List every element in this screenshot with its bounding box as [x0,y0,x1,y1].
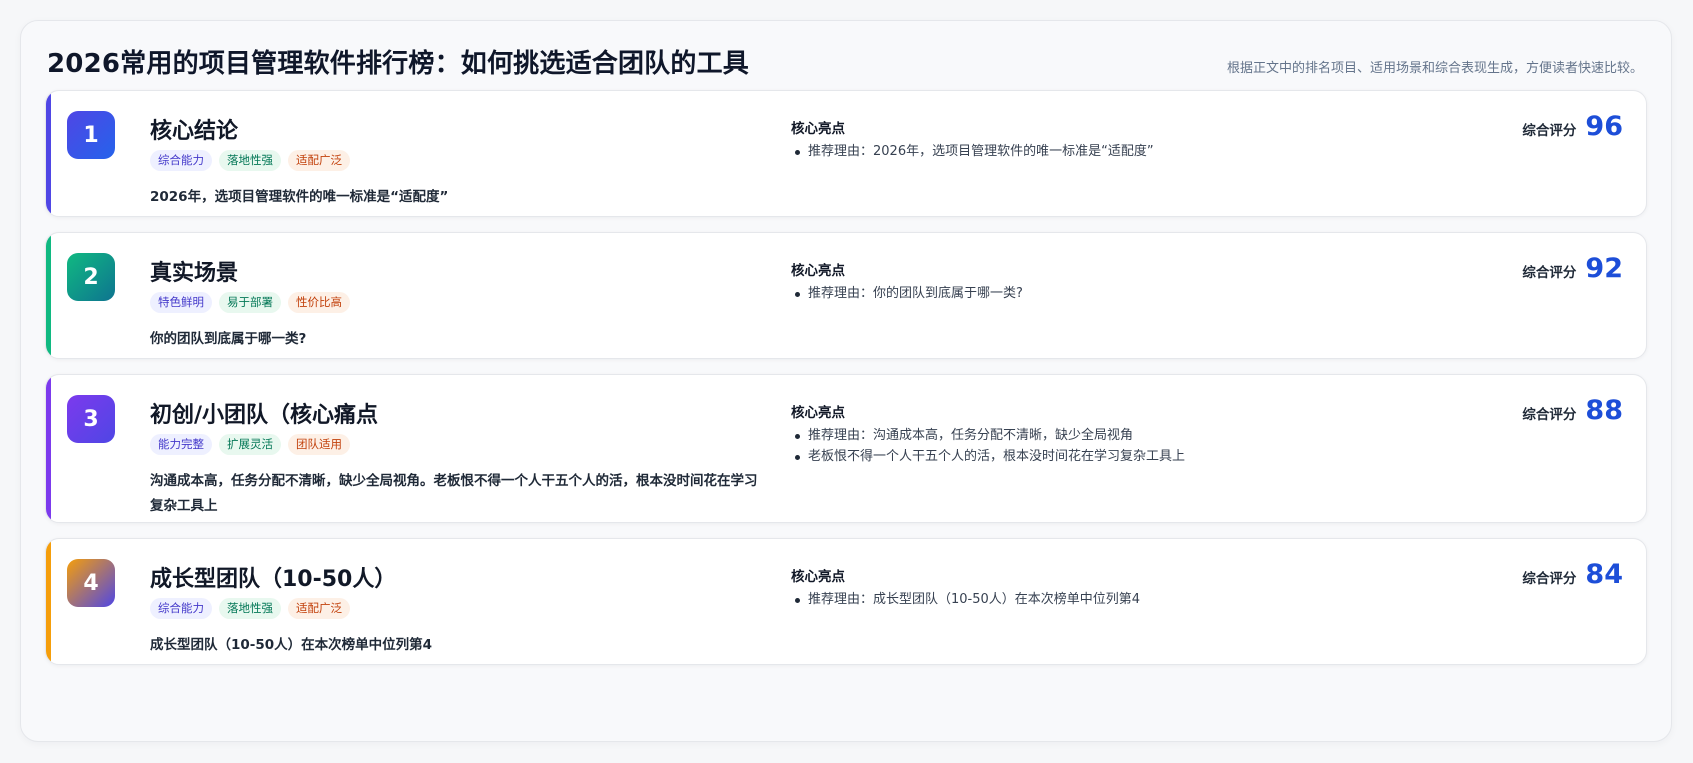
score-value: 84 [1585,559,1623,590]
rank-badge: 2 [67,253,115,301]
highlights-list: 推荐理由：2026年，选项目管理软件的唯一标准是“适配度” [791,141,1154,162]
highlight-item: 老板恨不得一个人干五个人的活，根本没时间花在学习复杂工具上 [791,446,1185,467]
score: 综合评分 84 [1522,559,1623,590]
ranking-card-2: 2 真实场景 特色鲜明 易于部署 性价比高 你的团队到底属于哪一类? 核心亮点 … [45,232,1647,359]
highlights-heading: 核心亮点 [791,405,845,421]
tag: 性价比高 [288,292,350,313]
ranking-panel: 2026常用的项目管理软件排行榜：如何挑选适合团队的工具 根据正文中的排名项目、… [20,20,1672,742]
card-accent-bar [46,91,51,216]
score-label: 综合评分 [1522,407,1577,423]
tag: 特色鲜明 [150,292,212,313]
tag: 团队适用 [288,434,350,455]
tag: 易于部署 [219,292,281,313]
card-description: 沟通成本高，任务分配不清晰，缺少全局视角。老板恨不得一个人干五个人的活，根本没时… [150,473,758,514]
tag: 落地性强 [219,150,281,171]
score-label: 综合评分 [1522,571,1577,587]
rank-badge: 1 [67,111,115,159]
rank-badge: 4 [67,559,115,607]
tag-list: 特色鲜明 易于部署 性价比高 [150,292,350,313]
tag-list: 综合能力 落地性强 适配广泛 [150,150,350,171]
highlights-heading: 核心亮点 [791,569,845,585]
highlights-heading: 核心亮点 [791,263,845,279]
tag: 综合能力 [150,150,212,171]
highlights-list: 推荐理由：成长型团队（10-50人）在本次榜单中位列第4 [791,589,1140,610]
card-description: 2026年，选项目管理软件的唯一标准是“适配度” [150,189,449,205]
highlight-item: 推荐理由：2026年，选项目管理软件的唯一标准是“适配度” [791,141,1154,162]
card-title: 成长型团队（10-50人） [150,567,397,592]
score-value: 96 [1585,111,1623,142]
highlight-item: 推荐理由：成长型团队（10-50人）在本次榜单中位列第4 [791,589,1140,610]
tag-list: 综合能力 落地性强 适配广泛 [150,598,350,619]
tag: 能力完整 [150,434,212,455]
highlights-list: 推荐理由：你的团队到底属于哪一类? [791,283,1023,304]
tag-list: 能力完整 扩展灵活 团队适用 [150,434,350,455]
highlights-list: 推荐理由：沟通成本高，任务分配不清晰，缺少全局视角 老板恨不得一个人干五个人的活… [791,425,1185,467]
card-accent-bar [46,539,51,664]
score-value: 88 [1585,395,1623,426]
highlights-heading: 核心亮点 [791,121,845,137]
card-accent-bar [46,375,51,522]
score: 综合评分 96 [1522,111,1623,142]
ranking-card-1: 1 核心结论 综合能力 落地性强 适配广泛 2026年，选项目管理软件的唯一标准… [45,90,1647,217]
tag: 扩展灵活 [219,434,281,455]
score-label: 综合评分 [1522,123,1577,139]
card-description: 成长型团队（10-50人）在本次榜单中位列第4 [150,637,433,653]
card-accent-bar [46,233,51,358]
tag: 适配广泛 [288,150,350,171]
rank-badge: 3 [67,395,115,443]
tag: 落地性强 [219,598,281,619]
tag: 适配广泛 [288,598,350,619]
score-label: 综合评分 [1522,265,1577,281]
ranking-card-4: 4 成长型团队（10-50人） 综合能力 落地性强 适配广泛 成长型团队（10-… [45,538,1647,665]
tag: 综合能力 [150,598,212,619]
highlight-item: 推荐理由：沟通成本高，任务分配不清晰，缺少全局视角 [791,425,1185,446]
score: 综合评分 88 [1522,395,1623,426]
page-subtitle: 根据正文中的排名项目、适用场景和综合表现生成，方便读者快速比较。 [1226,61,1643,76]
card-description: 你的团队到底属于哪一类? [150,331,307,347]
card-title: 真实场景 [150,261,239,286]
score-value: 92 [1585,253,1623,284]
score: 综合评分 92 [1522,253,1623,284]
highlight-item: 推荐理由：你的团队到底属于哪一类? [791,283,1023,304]
card-title: 初创/小团队（核心痛点 [150,403,379,428]
ranking-card-3: 3 初创/小团队（核心痛点 能力完整 扩展灵活 团队适用 沟通成本高，任务分配不… [45,374,1647,523]
card-title: 核心结论 [150,119,239,144]
page-title: 2026常用的项目管理软件排行榜：如何挑选适合团队的工具 [47,49,749,79]
